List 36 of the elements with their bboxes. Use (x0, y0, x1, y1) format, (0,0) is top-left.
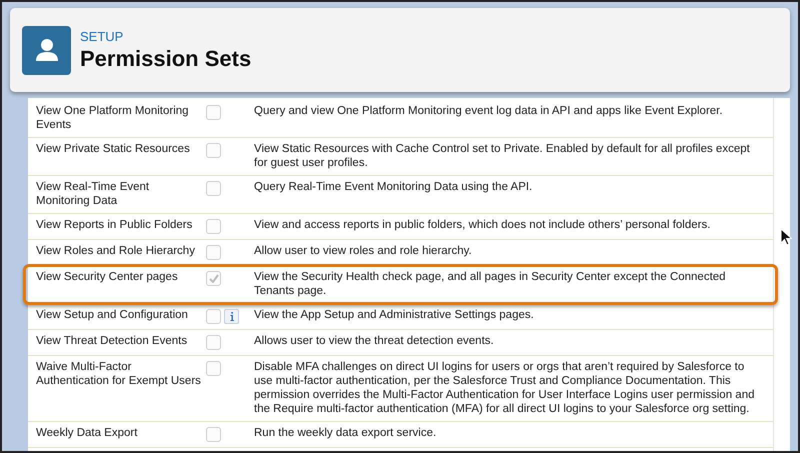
permission-name: View Reports in Public Folders (35, 218, 194, 233)
checkbox[interactable] (206, 219, 221, 234)
checkbox[interactable] (206, 361, 221, 376)
permission-description: Query and view One Platform Monitoring event log data in API and apps like Event Explorer. (254, 104, 724, 119)
permission-description: View the Security Health check page, and all pages in Security Center except the Connected Tenants page. (254, 270, 727, 298)
permission-name: View Setup and Configuration (35, 308, 189, 323)
permission-name: Waive Multi-Factor Authentication for Exempt Users (35, 360, 202, 389)
permission-description: View and access reports in public folders, which does not include others’ personal folders. (254, 218, 712, 233)
checkbox[interactable] (206, 143, 221, 158)
checkbox[interactable] (206, 427, 221, 442)
checkbox[interactable] (206, 309, 221, 324)
permission-name: View One Platform Monitoring Events (35, 104, 190, 132)
permission-description: Query Real-Time Event Monitoring Data using the API. (254, 180, 534, 195)
permission-description: Allow user to view roles and role hierarchy. (254, 244, 473, 259)
permission-description: Disable MFA challenges on direct UI logins for users or orgs that aren’t required by Salesforce to use multi-factor authentication, per the Salesforce Trust and Compliance Documentation. This permission overrides the Multi-Factor Authentication for User Interface Logins user permission and the Require multi-factor authentication (MFA) for all direct UI logins to your Salesforce org setting. (254, 360, 756, 416)
page-title: Permission Sets (80, 46, 252, 72)
mouse-pointer-icon (780, 228, 792, 246)
permission-name: View Threat Detection Events (35, 334, 188, 349)
permission-description: View Static Resources with Cache Control set to Private. Enabled by default for all profiles except for guest user profiles. (254, 142, 751, 170)
permission-name: View Security Center pages (35, 270, 179, 285)
checkbox[interactable] (206, 271, 221, 286)
checkbox[interactable] (206, 105, 221, 120)
checkbox[interactable] (206, 245, 221, 260)
info-icon[interactable] (224, 309, 239, 324)
permission-name: View Roles and Role Hierarchy (35, 244, 196, 259)
user-icon (22, 26, 71, 74)
permission-description: Allows user to view the threat detection events. (254, 334, 495, 349)
permission-description: Run the weekly data export service. (254, 426, 438, 441)
permission-name: View Private Static Resources (35, 142, 191, 157)
checkbox[interactable] (206, 181, 221, 196)
breadcrumb[interactable]: SETUP (80, 28, 252, 44)
permission-name: Weekly Data Export (35, 426, 138, 441)
permission-description: View the App Setup and Administrative Settings pages. (254, 308, 535, 323)
permission-name: View Real-Time Event Monitoring Data (35, 180, 150, 208)
scroll-track[interactable] (773, 98, 790, 451)
checkbox[interactable] (206, 335, 221, 350)
